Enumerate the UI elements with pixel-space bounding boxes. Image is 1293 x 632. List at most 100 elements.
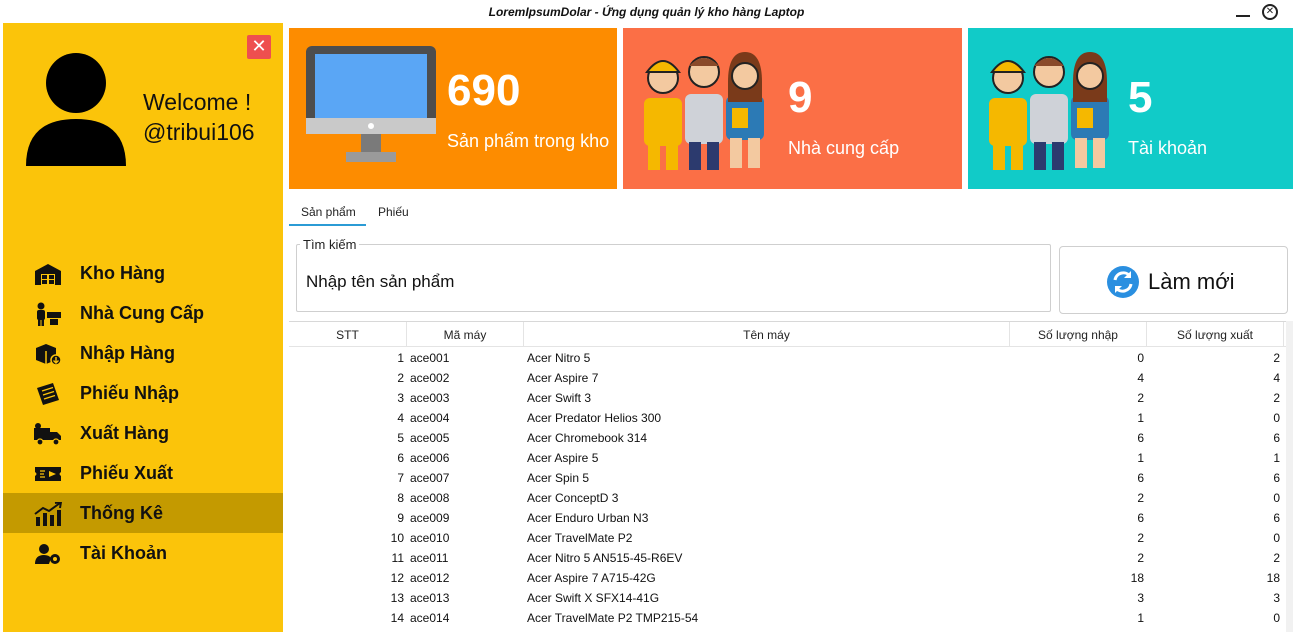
row-so-luong-nhap-cell: 2 [1137,491,1144,505]
welcome-text: Welcome ! @tribui106 [143,87,255,147]
row-so-luong-nhap-cell: 6 [1137,511,1144,525]
row-ten-may-cell: Acer Nitro 5 AN515-45-R6EV [527,551,683,565]
row-ten-may-cell: Acer Swift X SFX14-41G [527,591,660,605]
row-ten-may-cell: Acer TravelMate P2 [527,531,633,545]
sidebar-item-label: Xuất Hàng [80,423,170,443]
sidebar-item-thong-ke[interactable]: Thống Kê [3,493,283,533]
row-so-luong-xuat-cell: 2 [1273,551,1280,565]
sidebar-item-tai-khoan[interactable]: Tài Khoản [3,533,283,573]
row-so-luong-nhap-cell: 3 [1137,591,1144,605]
monitor-icon [306,46,436,162]
row-so-luong-xuat-cell: 0 [1273,531,1280,545]
welcome-username: @tribui106 [143,119,255,145]
table-row[interactable]: 12 ace012 Acer Aspire 7 A715-42G 18 18 [289,568,1293,588]
sidebar-close-button[interactable]: ✕ [247,35,271,59]
row-stt-cell: 2 [397,371,404,385]
sidebar-item-label: Phiếu Xuất [80,463,174,483]
table-row[interactable]: 9 ace009 Acer Enduro Urban N3 6 6 [289,508,1293,528]
tab-phieu[interactable]: Phiếu [378,198,418,226]
row-so-luong-xuat-cell: 2 [1273,391,1280,405]
supplier-icon [37,302,61,326]
table-row[interactable]: 3 ace003 Acer Swift 3 2 2 [289,388,1293,408]
tab-san-pham[interactable]: Sản phẩm [289,198,366,226]
sidebar-item-phieu-xuat[interactable]: Phiếu Xuất [3,453,283,493]
table-row[interactable]: 6 ace006 Acer Aspire 5 1 1 [289,448,1293,468]
table-row[interactable]: 1 ace001 Acer Nitro 5 0 2 [289,348,1293,368]
row-ma-may-cell: ace001 [410,351,450,365]
row-ma-may-cell: ace004 [410,411,450,425]
row-ten-may-cell: Acer Swift 3 [527,391,592,405]
sidebar-item-label: Thống Kê [80,503,163,523]
row-ma-may-cell: ace003 [410,391,450,405]
sidebar-item-xuat-hang[interactable]: Xuất Hàng [3,413,283,453]
minimize-icon[interactable] [1233,3,1253,21]
search-input[interactable] [306,270,1006,294]
row-stt-cell: 9 [397,511,404,525]
sidebar-item-nhap-hang[interactable]: Nhập Hàng [3,333,283,373]
search-legend: Tìm kiếm [300,237,360,252]
table-row[interactable]: 4 ace004 Acer Predator Helios 300 1 0 [289,408,1293,428]
row-ten-may-cell: Acer TravelMate P2 TMP215-54 [527,611,699,625]
column-header-stt[interactable]: STT [289,322,407,347]
sidebar-item-phieu-nhap[interactable]: Phiếu Nhập [3,373,283,413]
column-header-so-luong-nhap[interactable]: Số lượng nhập [1010,322,1147,347]
row-stt-cell: 6 [397,451,404,465]
row-ma-may-cell: ace002 [410,371,450,385]
table-row[interactable]: 11 ace011 Acer Nitro 5 AN515-45-R6EV 2 2 [289,548,1293,568]
row-so-luong-nhap-cell: 18 [1130,571,1144,585]
row-ten-may-cell: Acer Spin 5 [527,471,590,485]
statistics-chart-icon [34,502,63,526]
refresh-label: Làm mới [1148,269,1235,294]
sidebar-item-nha-cung-cap[interactable]: Nhà Cung Cấp [3,293,283,333]
title-bar: LoremIpsumDolar - Ứng dụng quản lý kho h… [0,0,1293,24]
row-stt-cell: 12 [390,571,404,585]
row-ten-may-cell: Acer Nitro 5 [527,351,591,365]
row-so-luong-nhap-cell: 2 [1137,551,1144,565]
table-row[interactable]: 5 ace005 Acer Chromebook 314 6 6 [289,428,1293,448]
row-so-luong-xuat-cell: 3 [1273,591,1280,605]
delivery-truck-icon [34,423,61,446]
table-row[interactable]: 8 ace008 Acer ConceptD 3 2 0 [289,488,1293,508]
row-ten-may-cell: Acer Predator Helios 300 [527,411,662,425]
row-so-luong-xuat-cell: 4 [1273,371,1280,385]
row-stt-cell: 8 [397,491,404,505]
row-so-luong-nhap-cell: 2 [1137,391,1144,405]
row-so-luong-nhap-cell: 6 [1137,431,1144,445]
table-body: 1 ace001 Acer Nitro 5 0 2 2 ace002 Acer Aspire … [289,348,1293,628]
row-so-luong-xuat-cell: 0 [1273,411,1280,425]
sidebar-item-label: Kho Hàng [80,263,165,283]
accounts-count: 5 [1128,73,1153,122]
refresh-icon [1107,266,1139,298]
column-header-ten-may[interactable]: Tên máy [524,322,1010,347]
table-row[interactable]: 14 ace014 Acer TravelMate P2 TMP215-54 1 0 [289,608,1293,628]
table-row[interactable]: 10 ace010 Acer TravelMate P2 2 0 [289,528,1293,548]
close-icon[interactable]: ✕ [1262,4,1278,20]
sidebar-item-label: Nhập Hàng [80,343,176,363]
row-so-luong-xuat-cell: 6 [1273,511,1280,525]
row-stt-cell: 3 [397,391,404,405]
refresh-button[interactable]: Làm mới [1059,246,1288,314]
table-row[interactable]: 7 ace007 Acer Spin 5 6 6 [289,468,1293,488]
row-ma-may-cell: ace010 [410,531,450,545]
row-ma-may-cell: ace006 [410,451,450,465]
table-scrollbar[interactable] [1286,321,1293,632]
row-stt-cell: 11 [391,551,404,565]
products-count: 690 [447,66,521,115]
column-header-ma-may[interactable]: Mã máy [407,322,524,347]
sidebar-item-kho-hang[interactable]: Kho Hàng [3,253,283,293]
row-so-luong-nhap-cell: 6 [1137,471,1144,485]
row-ma-may-cell: ace009 [410,511,450,525]
column-header-so-luong-xuat[interactable]: Số lượng xuất [1147,322,1284,347]
welcome-greeting: Welcome ! [143,89,252,115]
row-so-luong-xuat-cell: 0 [1273,491,1280,505]
row-so-luong-nhap-cell: 0 [1137,351,1144,365]
table-row[interactable]: 13 ace013 Acer Swift X SFX14-41G 3 3 [289,588,1293,608]
sidebar-item-label: Phiếu Nhập [80,383,180,403]
row-so-luong-xuat-cell: 2 [1273,351,1280,365]
products-label: Sản phẩm trong kho [447,131,610,151]
window-title: LoremIpsumDolar - Ứng dụng quản lý kho h… [488,5,805,19]
stat-card-products: 690 Sản phẩm trong kho [289,28,617,189]
table-row[interactable]: 2 ace002 Acer Aspire 7 4 4 [289,368,1293,388]
row-stt-cell: 1 [397,351,404,365]
workers-group-icon [989,52,1109,170]
